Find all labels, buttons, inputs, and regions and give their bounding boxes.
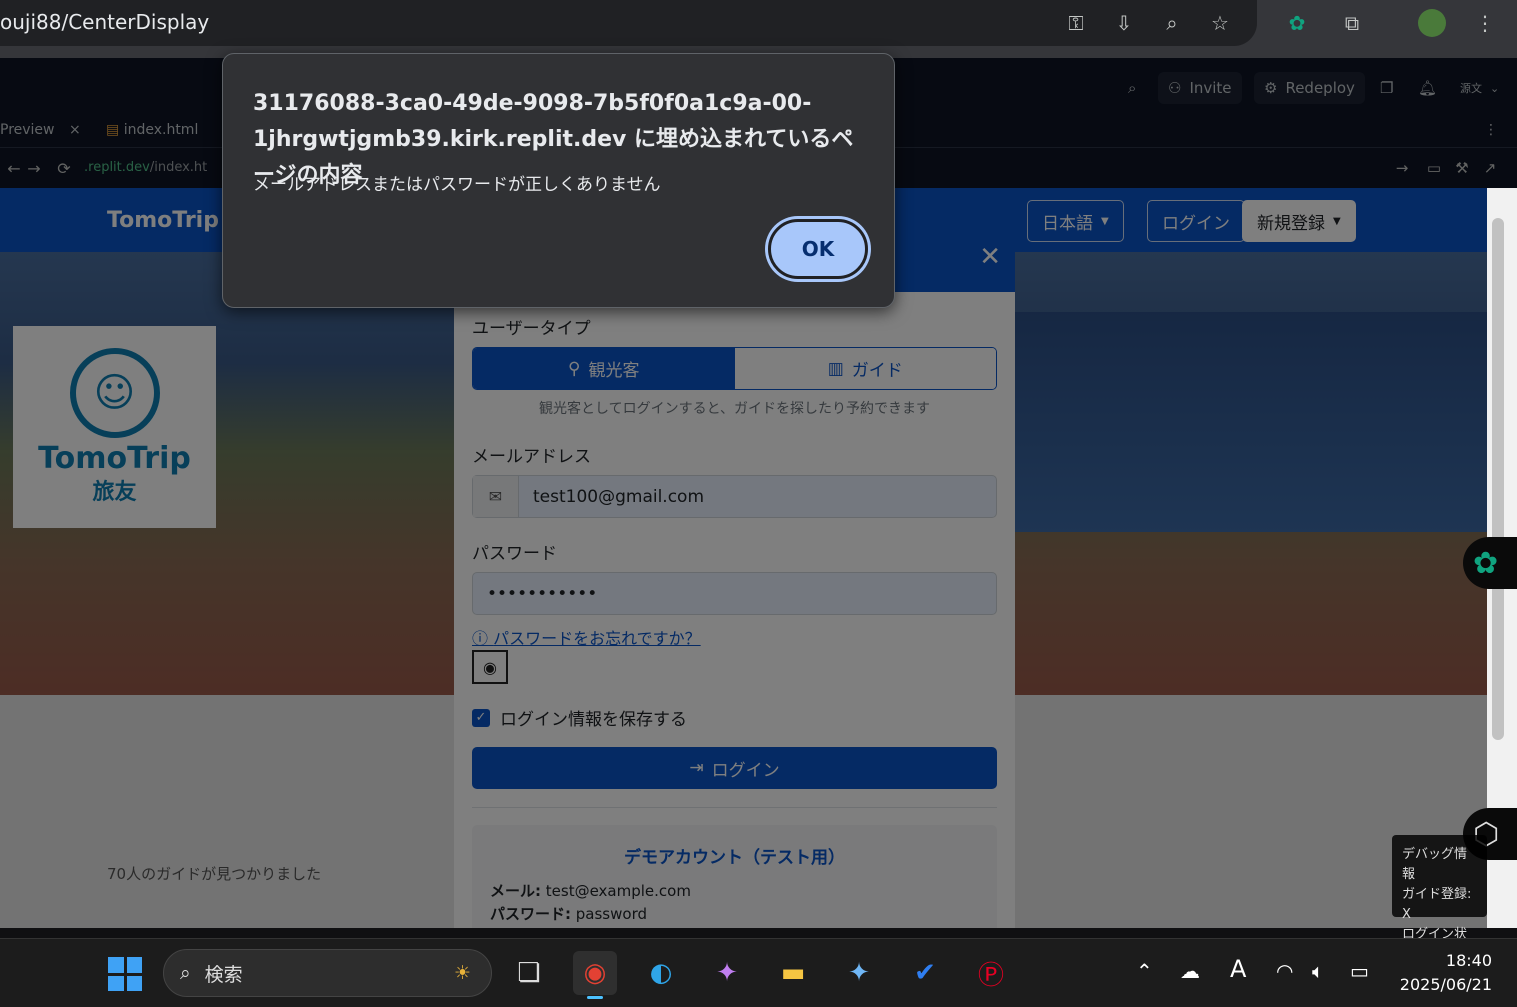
taskbar-clock[interactable]: 18:40 2025/06/21 [1392, 949, 1492, 997]
alert-ok-button[interactable]: OK [768, 219, 868, 279]
chrome-app-icon[interactable]: ◉ [573, 951, 617, 999]
windows-taskbar: ⌕ 検索 ☀ ❏ ◉ ◐ ✦ ▬ ✦ ✔ Ⓟ ⌃ ☁ A ◠ 🔈︎ ▭ 18:4… [0, 938, 1517, 1007]
search-icon: ⌕ [180, 962, 191, 984]
copilot-app-icon[interactable]: ✦ [705, 951, 749, 995]
m365-app-icon[interactable]: ✦ [837, 951, 881, 995]
browser-toolbar: ouji88/CenterDisplay ⚿ ⇩ ⌕ ☆ ✿ ⧉ ⋮ [0, 0, 1517, 58]
browser-menu-icon[interactable]: ⋮ [1471, 9, 1499, 37]
zoom-icon[interactable]: ⌕ [1158, 9, 1186, 37]
battery-icon[interactable]: ▭ [1350, 959, 1369, 983]
tray-overflow-icon[interactable]: ⌃ [1136, 959, 1153, 983]
ime-indicator[interactable]: A [1230, 955, 1246, 983]
profile-avatar[interactable] [1418, 9, 1446, 37]
address-bar-url[interactable]: ouji88/CenterDisplay [0, 10, 209, 34]
file-explorer-icon[interactable]: ▬ [771, 951, 815, 995]
edge-app-icon[interactable]: ◐ [639, 951, 683, 995]
install-app-icon[interactable]: ⇩ [1110, 9, 1138, 37]
volume-icon[interactable]: 🔈︎ [1312, 959, 1324, 983]
debug-panel: デバッグ情報 ガイド登録: X ログイン状態: X [1392, 835, 1487, 962]
scrollbar-thumb[interactable] [1492, 218, 1504, 740]
taskbar-search-box[interactable]: ⌕ 検索 ☀ [163, 949, 492, 997]
chatgpt-float-icon[interactable]: ✿ [1463, 537, 1517, 589]
onedrive-cloud-icon[interactable]: ☁ [1180, 959, 1200, 983]
windows-start-icon[interactable] [108, 957, 142, 991]
search-highlight-icon: ☀ [453, 962, 471, 984]
password-key-icon[interactable]: ⚿ [1062, 9, 1090, 37]
bookmark-star-icon[interactable]: ☆ [1206, 9, 1234, 37]
todo-app-icon[interactable]: ✔ [903, 951, 947, 995]
pinterest-app-icon[interactable]: Ⓟ [969, 951, 1013, 995]
alert-message: メールアドレスまたはパスワードが正しくありません [253, 175, 661, 195]
browser-alert-dialog: 31176088-3ca0-49de-9098-7b5f0f0a1c9a-00-… [222, 53, 895, 308]
chatgpt-extension-icon[interactable]: ✿ [1283, 9, 1311, 37]
extensions-puzzle-icon[interactable]: ⧉ [1338, 9, 1366, 37]
wifi-icon[interactable]: ◠ [1276, 959, 1293, 983]
task-view-icon[interactable]: ❏ [507, 951, 551, 995]
